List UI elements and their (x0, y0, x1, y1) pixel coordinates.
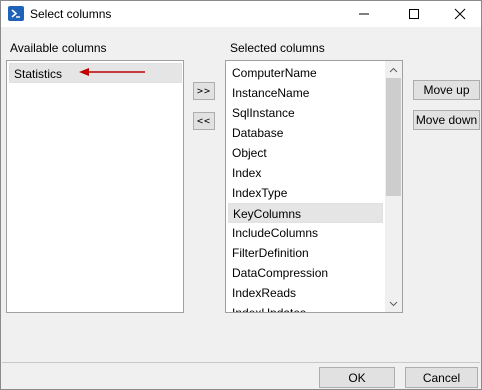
list-item[interactable]: SqlInstance (228, 103, 383, 123)
add-column-button[interactable]: >> (193, 82, 215, 100)
dialog-footer: OK Cancel (2, 362, 480, 389)
list-item-label: IndexType (232, 186, 288, 200)
scroll-down-button[interactable] (385, 295, 402, 312)
list-item[interactable]: ComputerName (228, 63, 383, 83)
dialog-body: Available columns Selected columns Stati… (2, 27, 480, 361)
list-item[interactable]: IndexReads (228, 283, 383, 303)
title-bar[interactable]: Select columns (1, 1, 481, 27)
ok-button[interactable]: OK (319, 367, 395, 388)
list-item[interactable]: Database (228, 123, 383, 143)
chevron-up-icon (389, 67, 398, 72)
available-columns-list[interactable]: Statistics (6, 60, 184, 313)
list-item[interactable]: KeyColumns (228, 203, 383, 223)
maximize-button[interactable] (391, 1, 437, 27)
list-item-label: FilterDefinition (232, 246, 309, 260)
list-item[interactable]: InstanceName (228, 83, 383, 103)
list-item[interactable]: FilterDefinition (228, 243, 383, 263)
selected-columns-label: Selected columns (230, 41, 325, 55)
list-item-label: DataCompression (232, 266, 329, 280)
move-down-button[interactable]: Move down (413, 110, 480, 130)
list-item[interactable]: Index (228, 163, 383, 183)
select-columns-dialog: Select columns Available columns Selecte… (0, 0, 482, 390)
scrollbar-thumb[interactable] (386, 78, 401, 196)
scroll-up-button[interactable] (385, 61, 402, 78)
minimize-button[interactable] (341, 1, 387, 27)
list-item[interactable]: IndexType (228, 183, 383, 203)
list-item-label: KeyColumns (233, 207, 302, 221)
maximize-icon (409, 9, 419, 19)
close-icon (454, 8, 466, 20)
powershell-icon (8, 6, 24, 21)
list-item[interactable]: DataCompression (228, 263, 383, 283)
list-item-label: IndexUpdates (232, 306, 307, 313)
list-item-label: IndexReads (232, 286, 297, 300)
list-item[interactable]: IncludeColumns (228, 223, 383, 243)
cancel-button[interactable]: Cancel (405, 367, 478, 388)
minimize-icon (359, 13, 369, 15)
list-item-label: Database (232, 126, 284, 140)
list-item-label: Statistics (14, 67, 63, 81)
remove-column-button[interactable]: << (193, 112, 215, 130)
list-item-label: InstanceName (232, 86, 310, 100)
list-item-label: Object (232, 146, 267, 160)
list-item[interactable]: Object (228, 143, 383, 163)
chevron-down-icon (389, 301, 398, 306)
selected-columns-list[interactable]: ComputerName InstanceName SqlInstance Datab… (225, 60, 403, 313)
move-up-button[interactable]: Move up (413, 80, 480, 100)
vertical-scrollbar[interactable] (385, 61, 402, 312)
list-item-label: Index (232, 166, 262, 180)
list-item[interactable]: IndexUpdates (228, 303, 383, 313)
close-button[interactable] (437, 1, 482, 27)
list-item-label: ComputerName (232, 66, 317, 80)
window-title: Select columns (30, 7, 112, 21)
red-arrow-annotation (79, 68, 145, 76)
list-item-label: IncludeColumns (232, 226, 319, 240)
available-columns-label: Available columns (10, 41, 107, 55)
list-item-label: SqlInstance (232, 106, 295, 120)
